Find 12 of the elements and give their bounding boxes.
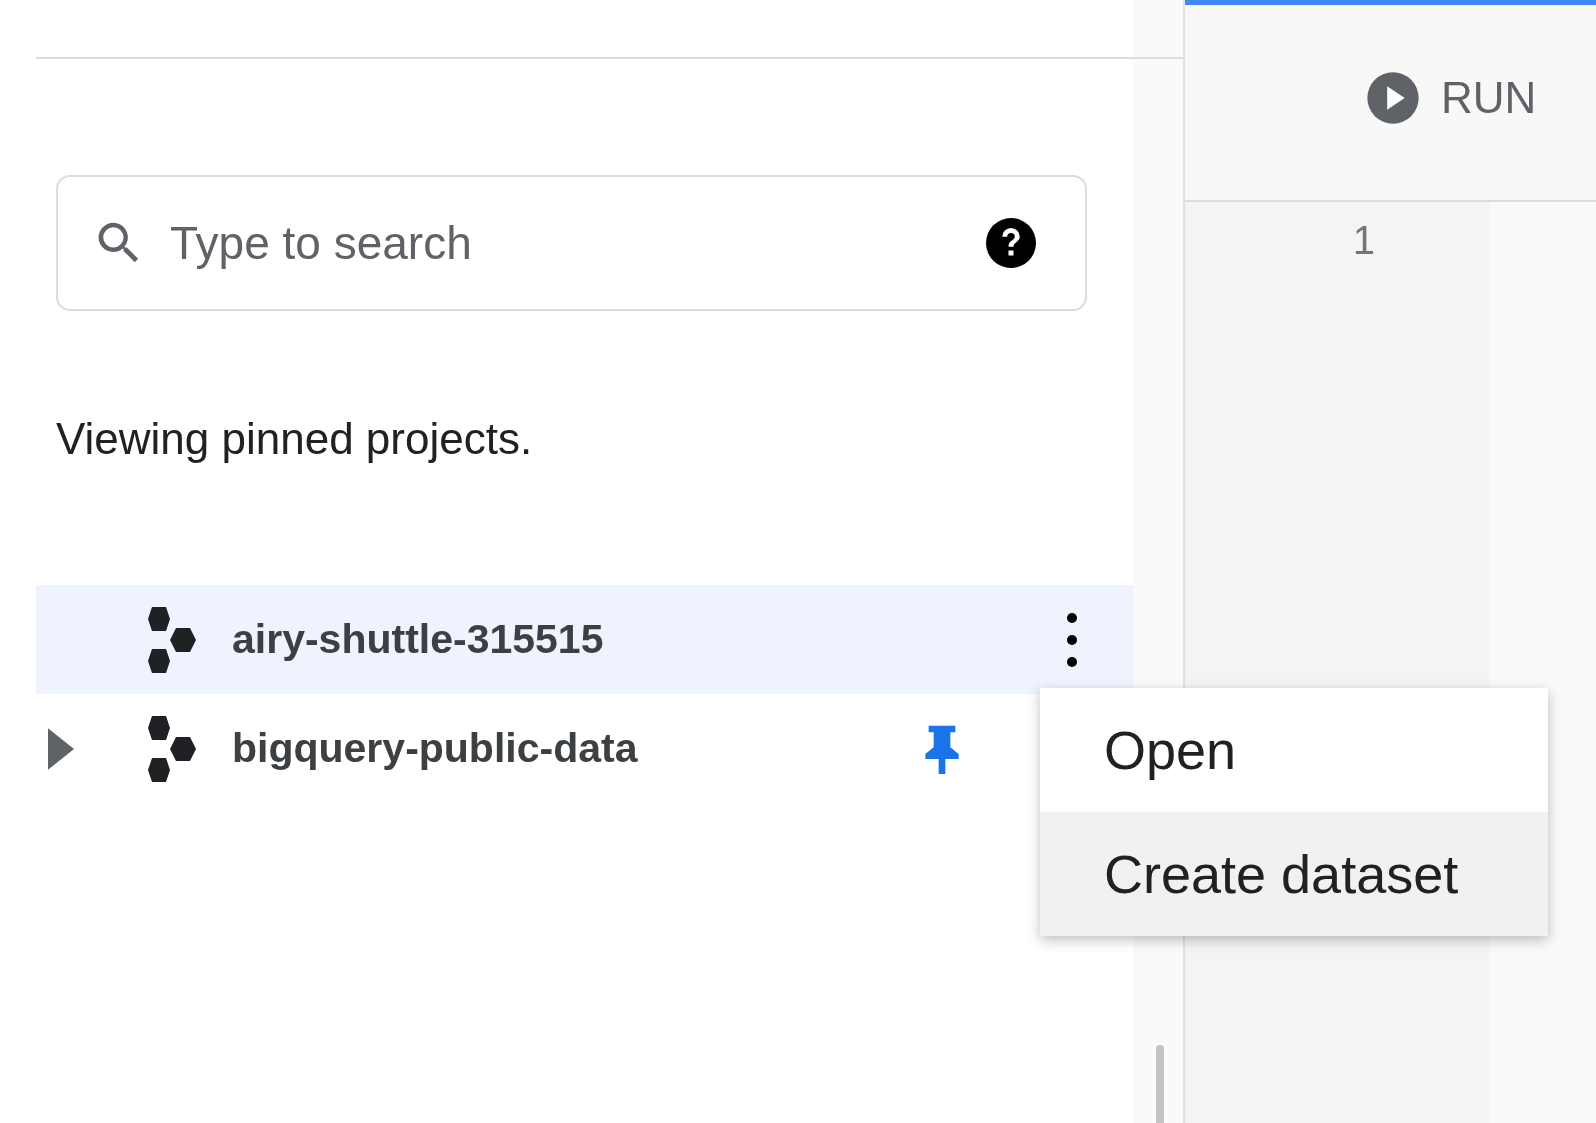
expand-arrow-icon[interactable]: [48, 727, 74, 770]
play-icon: [1365, 69, 1421, 126]
project-row[interactable]: airy-shuttle-315515: [36, 585, 1133, 694]
menu-item[interactable]: Create dataset: [1040, 812, 1548, 936]
notice-text: Viewing pinned projects.: [56, 413, 534, 465]
project-name: airy-shuttle-315515: [232, 616, 604, 663]
search-field[interactable]: Type to search: [56, 175, 1087, 311]
project-row[interactable]: bigquery-public-data: [36, 694, 1036, 803]
run-button[interactable]: RUN: [1365, 61, 1537, 134]
scrollbar-thumb[interactable]: [1156, 1045, 1164, 1123]
project-name: bigquery-public-data: [232, 725, 638, 772]
line-number: 1: [1351, 217, 1375, 264]
